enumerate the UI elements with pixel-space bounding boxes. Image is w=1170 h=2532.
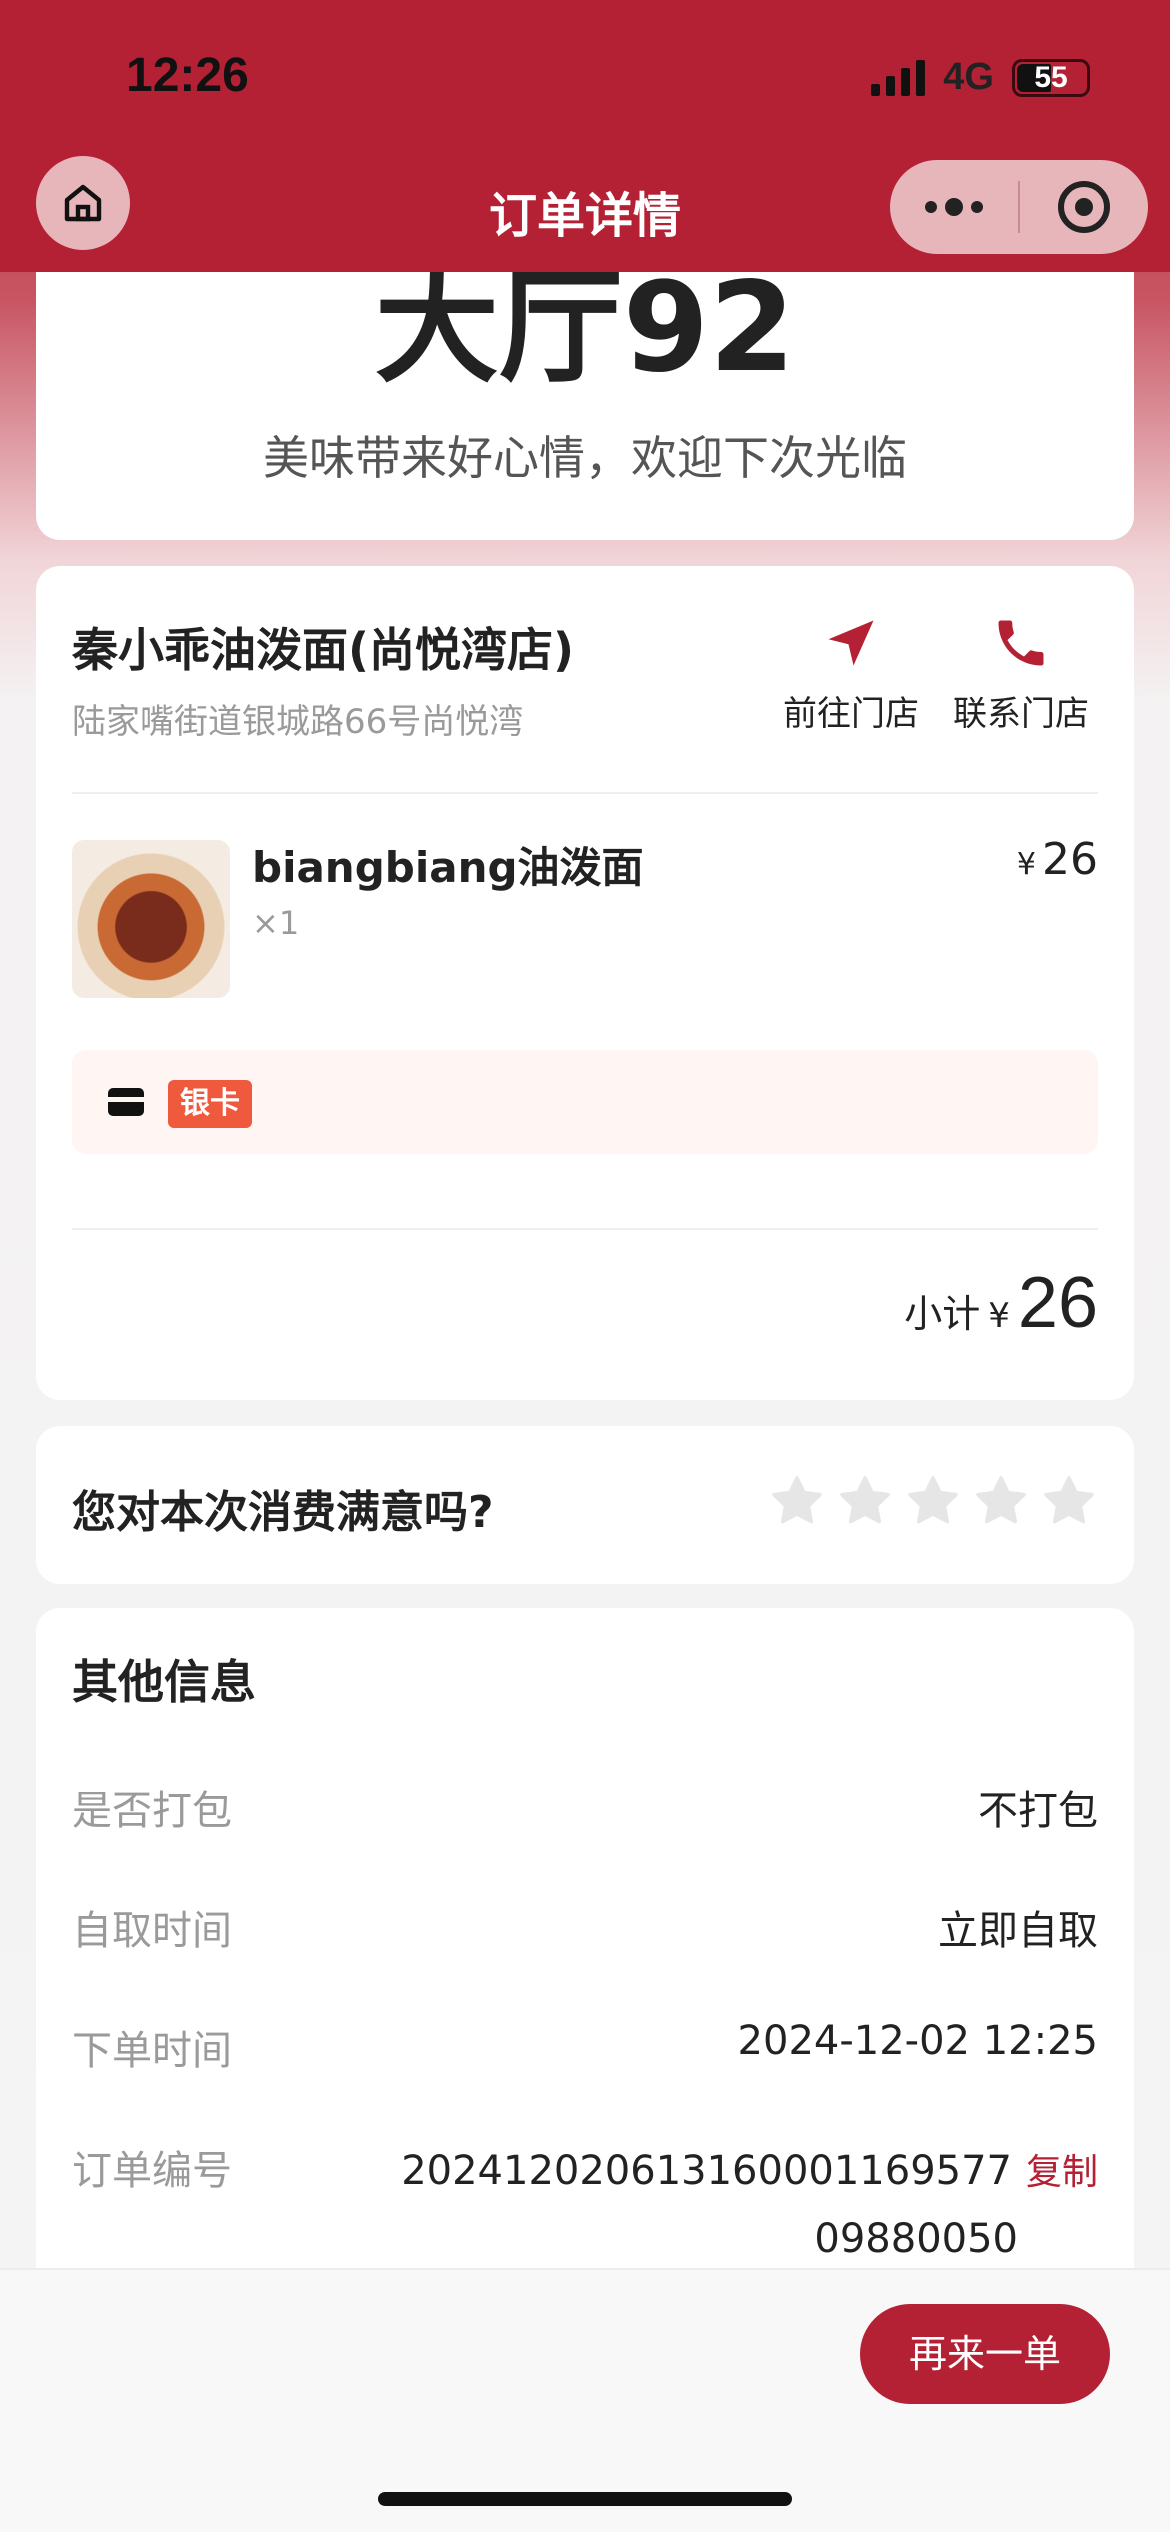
battery-level: 55	[1034, 60, 1068, 94]
divider	[72, 1228, 1098, 1230]
order-card: 秦小乖油泼面(尚悦湾店) 陆家嘴街道银城路66号尚悦湾 前往门店 联系门店 bi…	[36, 566, 1134, 1400]
info-title: 其他信息	[72, 1655, 256, 1709]
info-key: 自取时间	[72, 1908, 232, 1954]
target-icon	[1058, 181, 1110, 233]
battery-icon: 55	[1012, 58, 1090, 97]
go-to-store-label: 前往门店	[783, 694, 919, 734]
membership-badge: 银卡	[168, 1080, 252, 1128]
home-indicator	[378, 2492, 792, 2506]
dish-name: biangbiang油泼面	[252, 843, 644, 892]
info-row-order-time: 下单时间 2024-12-02 12:25	[72, 2018, 1098, 2078]
dish-price: ¥26	[1017, 834, 1098, 885]
info-row-packing: 是否打包 不打包	[72, 1778, 1098, 1838]
star-icon[interactable]	[836, 1472, 894, 1530]
info-key: 订单编号	[72, 2148, 232, 2194]
reorder-button[interactable]: 再来一单	[860, 2304, 1110, 2404]
rating-card: 您对本次消费满意吗?	[36, 1426, 1134, 1584]
order-number-line: 202412020613160001169577	[401, 2148, 1012, 2194]
star-rating	[768, 1472, 1098, 1530]
info-key: 是否打包	[72, 1788, 232, 1834]
info-key: 下单时间	[72, 2028, 232, 2074]
dish-image	[72, 840, 230, 998]
info-value: 不打包	[978, 1788, 1098, 1834]
subtotal: 小计 ¥ 26	[904, 1262, 1098, 1344]
order-number-block: 202412020613160001169577 复制 09880050	[338, 2138, 1098, 2272]
close-button[interactable]	[1020, 160, 1148, 254]
signal-icon	[871, 59, 926, 96]
contact-store-label: 联系门店	[953, 694, 1089, 734]
subtotal-label: 小计	[904, 1292, 981, 1336]
mini-program-capsule	[890, 160, 1148, 254]
status-time: 12:26	[126, 49, 249, 102]
star-icon[interactable]	[1040, 1472, 1098, 1530]
network-label: 4G	[943, 56, 994, 98]
store-address: 陆家嘴街道银城路66号尚悦湾	[72, 702, 524, 742]
currency-symbol: ¥	[988, 1296, 1010, 1336]
more-dots-icon	[925, 201, 937, 213]
go-to-store-button[interactable]: 前往门店	[776, 610, 926, 735]
divider	[72, 792, 1098, 794]
info-value: 2024-12-02 12:25	[737, 2018, 1098, 2064]
status-icons: 4G 55	[871, 56, 1090, 99]
rating-question: 您对本次消费满意吗?	[72, 1487, 494, 1538]
currency-symbol: ¥	[1016, 847, 1036, 882]
order-number-line: 09880050	[814, 2216, 1018, 2262]
star-icon[interactable]	[972, 1472, 1030, 1530]
price-value: 26	[1042, 834, 1098, 885]
bottom-bar: 再来一单	[0, 2268, 1170, 2532]
more-button[interactable]	[890, 160, 1018, 254]
copy-button[interactable]: 复制	[1026, 2152, 1098, 2193]
navigate-arrow-icon	[828, 620, 874, 666]
pickup-code: 大厅92	[374, 256, 796, 400]
info-value: 立即自取	[938, 1908, 1098, 1954]
subtotal-amount: 26	[1017, 1263, 1098, 1343]
star-icon[interactable]	[768, 1472, 826, 1530]
card-icon	[108, 1088, 144, 1116]
info-row-pickup-time: 自取时间 立即自取	[72, 1898, 1098, 1958]
star-icon[interactable]	[904, 1472, 962, 1530]
phone-icon	[998, 620, 1044, 666]
dish-quantity: ×1	[252, 904, 300, 942]
thanks-message: 美味带来好心情，欢迎下次光临	[263, 431, 907, 485]
contact-store-button[interactable]: 联系门店	[946, 610, 1096, 735]
store-name: 秦小乖油泼面(尚悦湾店)	[72, 623, 575, 677]
order-number: 202412020613160001169577 复制 09880050	[401, 2148, 1098, 2262]
header: 12:26 4G 55 订单详情	[0, 0, 1170, 272]
payment-strip: 银卡	[72, 1050, 1098, 1154]
order-detail-screen: 12:26 4G 55 订单详情 大厅92 美味带来好心情，欢迎下次光临 秦小乖…	[0, 0, 1170, 2532]
